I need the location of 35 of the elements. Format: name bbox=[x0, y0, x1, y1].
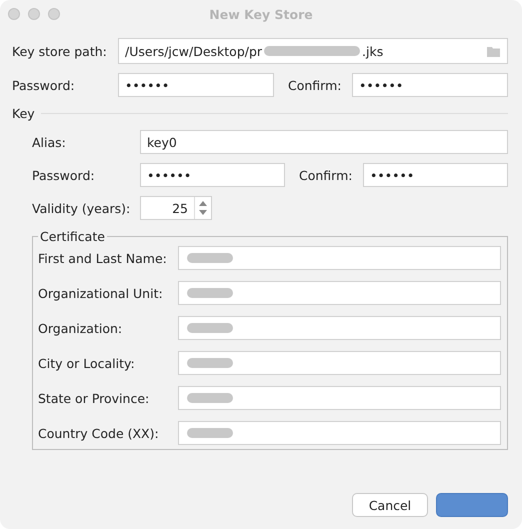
text-field[interactable] bbox=[178, 351, 501, 375]
field-label: Country Code (XX): bbox=[38, 426, 160, 440]
password-field[interactable]: •••••• bbox=[363, 163, 508, 187]
field-label: Organizational Unit: bbox=[38, 286, 164, 300]
field-label: Alias: bbox=[32, 134, 67, 150]
field-label: City or Locality: bbox=[38, 356, 136, 370]
close-button[interactable] bbox=[8, 8, 20, 20]
folder-icon[interactable] bbox=[487, 46, 501, 56]
field-label: State or Province: bbox=[38, 390, 150, 406]
alias-field[interactable]: key0 bbox=[140, 130, 508, 154]
group-title: Certificate bbox=[39, 229, 106, 244]
window-title: New Key Store bbox=[209, 6, 313, 22]
field-label: Confirm: bbox=[298, 168, 354, 182]
zoom-button[interactable] bbox=[48, 8, 60, 20]
path-field[interactable]: /Users/jcw/Desktop/pr .jks bbox=[118, 38, 508, 64]
password-field[interactable]: •••••• bbox=[352, 73, 508, 97]
section-title: Key bbox=[12, 106, 35, 121]
field-label: Password: bbox=[32, 168, 96, 182]
field-label: Key store path: bbox=[12, 44, 108, 58]
ok-button[interactable] bbox=[436, 493, 508, 517]
text-field[interactable] bbox=[178, 316, 501, 340]
field-label: Validity (years): bbox=[32, 200, 132, 216]
text-field[interactable] bbox=[178, 421, 501, 445]
field-label: Password: bbox=[12, 78, 76, 92]
validity-spinner[interactable]: 25 bbox=[140, 196, 212, 220]
text-field[interactable] bbox=[178, 246, 501, 270]
minimize-button[interactable] bbox=[28, 8, 40, 20]
password-field[interactable]: •••••• bbox=[118, 73, 274, 97]
cancel-button[interactable]: Cancel bbox=[352, 493, 428, 517]
text-field[interactable] bbox=[178, 386, 501, 410]
field-label: First and Last Name: bbox=[38, 250, 168, 266]
text-field[interactable] bbox=[178, 281, 501, 305]
field-label: Organization: bbox=[38, 320, 124, 336]
field-label: Confirm: bbox=[287, 78, 342, 92]
password-field[interactable]: •••••• bbox=[140, 163, 285, 187]
